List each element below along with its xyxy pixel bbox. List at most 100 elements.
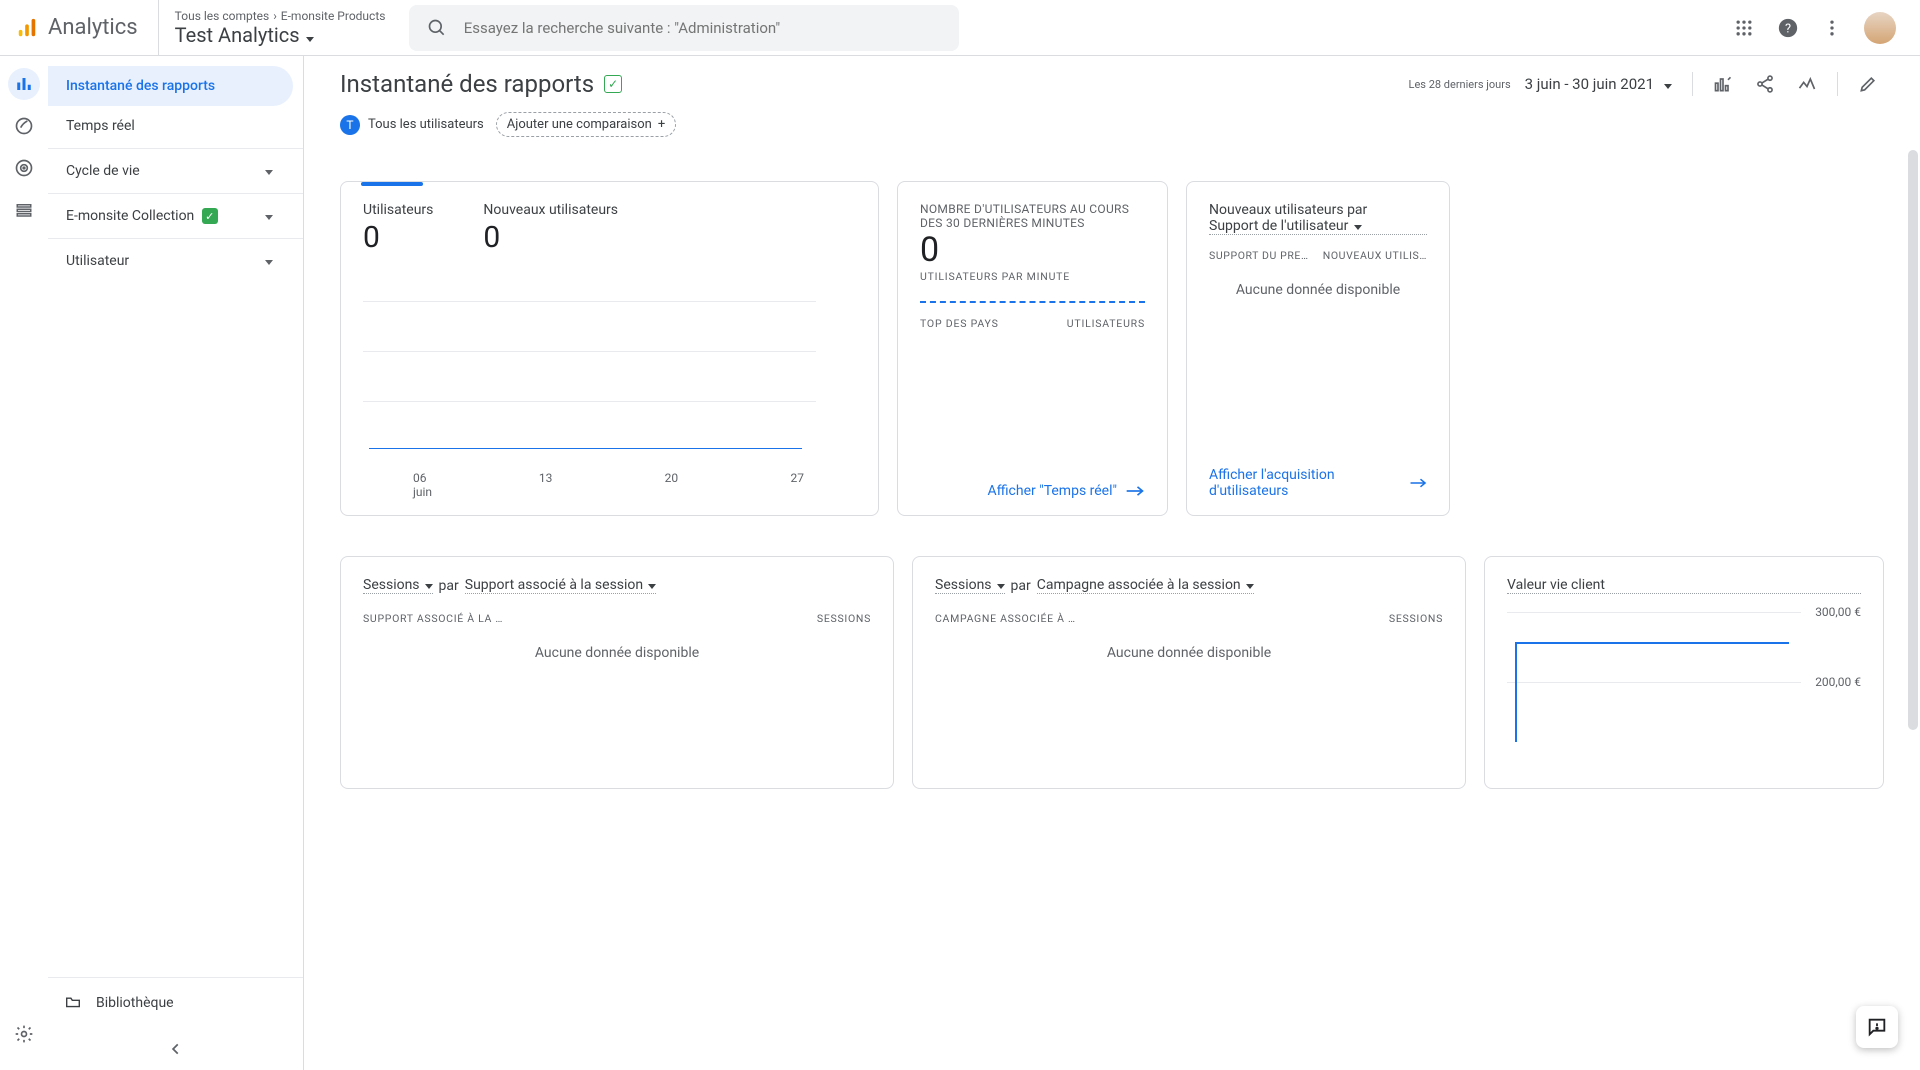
chevron-down-icon <box>995 577 1005 593</box>
per-minute-label: UTILISATEURS PAR MINUTE <box>920 270 1145 283</box>
link-view-realtime[interactable]: Afficher "Temps réel" <box>987 473 1145 499</box>
rail-configure-icon[interactable] <box>8 194 40 226</box>
rail-explore-icon[interactable] <box>8 110 40 142</box>
sidebar-item-user[interactable]: Utilisateur <box>48 241 293 281</box>
chevron-down-icon <box>263 163 273 179</box>
search-bar[interactable] <box>409 5 959 51</box>
link-view-acquisition[interactable]: Afficher l'acquisition d'utilisateurs <box>1209 457 1427 499</box>
add-comparison-label: Ajouter une comparaison <box>507 117 652 132</box>
nav-rail <box>0 56 48 1070</box>
card-title: Valeur vie client <box>1507 577 1861 594</box>
page-title: Instantané des rapports ✓ <box>340 70 622 98</box>
edit-icon[interactable] <box>1856 72 1880 96</box>
metric-value: 0 <box>483 220 618 255</box>
metric-value: 0 <box>363 220 433 255</box>
chevron-down-icon <box>646 577 656 593</box>
sidebar-item-label: E-monsite Collection ✓ <box>66 208 218 225</box>
no-data-message: Aucune donnée disponible <box>1209 282 1427 298</box>
card-sessions-medium: Sessions par Support associé à la sessio… <box>340 556 894 789</box>
chevron-down-icon <box>263 208 273 224</box>
svg-text:?: ? <box>1785 21 1791 36</box>
dimension-selector[interactable]: Campagne associée à la session <box>1037 577 1254 594</box>
chevron-right-icon: › <box>273 9 277 23</box>
feedback-button[interactable] <box>1856 1006 1898 1048</box>
sidebar: Instantané des rapports Temps réel Cycle… <box>48 56 304 1070</box>
sidebar-item-label: Temps réel <box>66 118 135 134</box>
dimension-selector[interactable]: Support de l'utilisateur <box>1209 218 1427 235</box>
active-metric-indicator <box>361 182 423 186</box>
sparkline-placeholder <box>920 301 1145 303</box>
search-input[interactable] <box>464 19 944 37</box>
library-label: Bibliothèque <box>96 995 174 1011</box>
sidebar-collapse-button[interactable] <box>48 1028 303 1070</box>
no-data-message: Aucune donnée disponible <box>363 645 871 661</box>
help-icon[interactable]: ? <box>1776 16 1800 40</box>
realtime-value: 0 <box>920 230 1145 270</box>
chevron-down-icon <box>1244 577 1254 593</box>
scrollbar[interactable] <box>1906 150 1920 870</box>
sidebar-item-lifecycle[interactable]: Cycle de vie <box>48 151 293 191</box>
add-comparison-button[interactable]: Ajouter une comparaison + <box>496 112 676 137</box>
chevron-down-icon <box>304 23 314 47</box>
verified-icon: ✓ <box>604 75 622 93</box>
ltv-line-chart: 300,00 € 200,00 € <box>1507 612 1861 772</box>
metric-new-users[interactable]: Nouveaux utilisateurs 0 <box>483 202 618 255</box>
col-header: SUPPORT DU PRE… <box>1209 249 1309 262</box>
by-label: par <box>439 578 459 594</box>
logo[interactable]: Analytics <box>0 15 158 40</box>
sidebar-item-collection[interactable]: E-monsite Collection ✓ <box>48 196 293 236</box>
card-overview: Utilisateurs 0 Nouveaux utilisateurs 0 <box>340 181 879 516</box>
date-range-picker[interactable]: 3 juin - 30 juin 2021 <box>1525 75 1672 93</box>
segment-label: Tous les utilisateurs <box>368 117 484 132</box>
sidebar-item-snapshot[interactable]: Instantané des rapports <box>48 66 293 106</box>
sidebar-item-label: Cycle de vie <box>66 163 140 179</box>
sidebar-item-label: Utilisateur <box>66 253 129 269</box>
report-content: Utilisateurs 0 Nouveaux utilisateurs 0 <box>304 141 1920 1070</box>
rail-admin-icon[interactable] <box>8 1018 40 1050</box>
chart-x-ticks: 06 13 20 27 <box>363 471 856 485</box>
metric-label: Utilisateurs <box>363 202 433 218</box>
card-heading: NOMBRE D'UTILISATEURS AU COURS DES 30 DE… <box>920 202 1145 230</box>
customize-report-icon[interactable] <box>1711 72 1735 96</box>
rail-advertising-icon[interactable] <box>8 152 40 184</box>
sidebar-item-label: Instantané des rapports <box>66 78 215 94</box>
metric-selector[interactable]: Sessions <box>935 577 1005 594</box>
sidebar-library[interactable]: Bibliothèque <box>64 994 287 1012</box>
card-title: Nouveaux utilisateurs par <box>1209 202 1367 218</box>
col-header: SESSIONS <box>817 612 871 625</box>
chevron-down-icon <box>423 577 433 593</box>
scrollbar-thumb[interactable] <box>1908 150 1918 730</box>
chevron-down-icon <box>1662 75 1672 93</box>
plus-icon: + <box>658 117 665 132</box>
more-icon[interactable] <box>1820 16 1844 40</box>
toolbar: Instantané des rapports ✓ Les 28 dernier… <box>304 56 1920 141</box>
card-new-users: Nouveaux utilisateurs par Support de l'u… <box>1186 181 1450 516</box>
no-data-message: Aucune donnée disponible <box>935 645 1443 661</box>
main: Instantané des rapports ✓ Les 28 dernier… <box>304 56 1920 1070</box>
app-header: Analytics Tous les comptes › E-monsite P… <box>0 0 1920 56</box>
property-switcher[interactable]: Tous les comptes › E-monsite Products Te… <box>158 0 402 55</box>
avatar[interactable] <box>1864 12 1896 44</box>
card-sessions-campaign: Sessions par Campagne associée à la sess… <box>912 556 1466 789</box>
analytics-logo-icon <box>16 17 38 39</box>
check-badge-icon: ✓ <box>202 208 218 224</box>
rail-reports-icon[interactable] <box>8 68 40 100</box>
sidebar-item-realtime[interactable]: Temps réel <box>48 106 293 146</box>
y-tick: 300,00 € <box>1815 605 1861 619</box>
segment-all-users[interactable]: T Tous les utilisateurs <box>340 115 484 135</box>
breadcrumb-property: E-monsite Products <box>281 9 386 23</box>
metric-selector[interactable]: Sessions <box>363 577 433 594</box>
chevron-down-icon <box>263 253 273 269</box>
chart-x-month: juin <box>363 485 856 499</box>
date-range-value: 3 juin - 30 juin 2021 <box>1525 75 1654 93</box>
col-top-countries: TOP DES PAYS <box>920 317 999 330</box>
insights-icon[interactable] <box>1795 72 1819 96</box>
dimension-selector[interactable]: Support associé à la session <box>465 577 656 594</box>
property-title: Test Analytics <box>175 23 300 47</box>
metric-users[interactable]: Utilisateurs 0 <box>363 202 433 255</box>
segment-badge-icon: T <box>340 115 360 135</box>
by-label: par <box>1011 578 1031 594</box>
col-header: NOUVEAUX UTILIS… <box>1323 249 1427 262</box>
apps-icon[interactable] <box>1732 16 1756 40</box>
share-icon[interactable] <box>1753 72 1777 96</box>
